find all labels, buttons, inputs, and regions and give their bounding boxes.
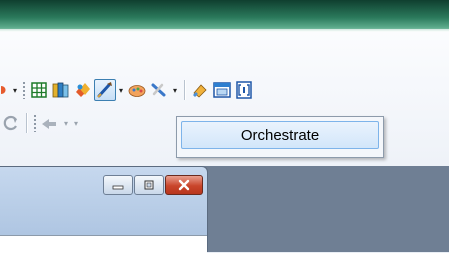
tools-icon[interactable] <box>148 79 170 101</box>
restore-icon <box>144 180 154 190</box>
close-button[interactable] <box>165 175 203 195</box>
refresh-icon[interactable] <box>0 112 22 134</box>
chevron-down-icon[interactable]: ▾ <box>71 112 81 134</box>
brush-icon[interactable] <box>189 79 211 101</box>
arrow-icon[interactable] <box>39 112 61 134</box>
toolbar-grip[interactable] <box>33 114 37 132</box>
menu-item-orchestrate[interactable]: Orchestrate <box>181 121 379 149</box>
chevron-down-icon[interactable]: ▾ <box>61 112 71 134</box>
bracket-icon[interactable] <box>233 79 255 101</box>
orchestra-button[interactable] <box>94 79 116 101</box>
chevron-down-icon[interactable]: ▾ <box>170 79 180 101</box>
grid-icon[interactable] <box>28 79 50 101</box>
minimize-icon <box>112 185 124 190</box>
layers-icon[interactable] <box>72 79 94 101</box>
books-icon[interactable] <box>50 79 72 101</box>
close-icon <box>178 179 190 191</box>
main-toolbar: ▾ ▾ ▾ <box>0 79 255 101</box>
dot-icon[interactable] <box>0 79 10 101</box>
palette-icon[interactable] <box>126 79 148 101</box>
window-icon[interactable] <box>211 79 233 101</box>
dropdown-menu: Orchestrate <box>176 116 384 158</box>
chevron-down-icon[interactable]: ▾ <box>10 79 20 101</box>
main-title-bar <box>0 0 449 32</box>
toolbar-separator <box>184 80 185 100</box>
chevron-down-icon[interactable]: ▾ <box>116 79 126 101</box>
child-window-client-area <box>0 235 207 253</box>
restore-button[interactable] <box>134 175 164 195</box>
toolbar-separator <box>26 113 27 133</box>
toolbar-grip[interactable] <box>22 81 26 99</box>
secondary-toolbar: ▾ ▾ <box>0 112 81 134</box>
menu-item-label: Orchestrate <box>240 126 320 144</box>
minimize-button[interactable] <box>103 175 133 195</box>
